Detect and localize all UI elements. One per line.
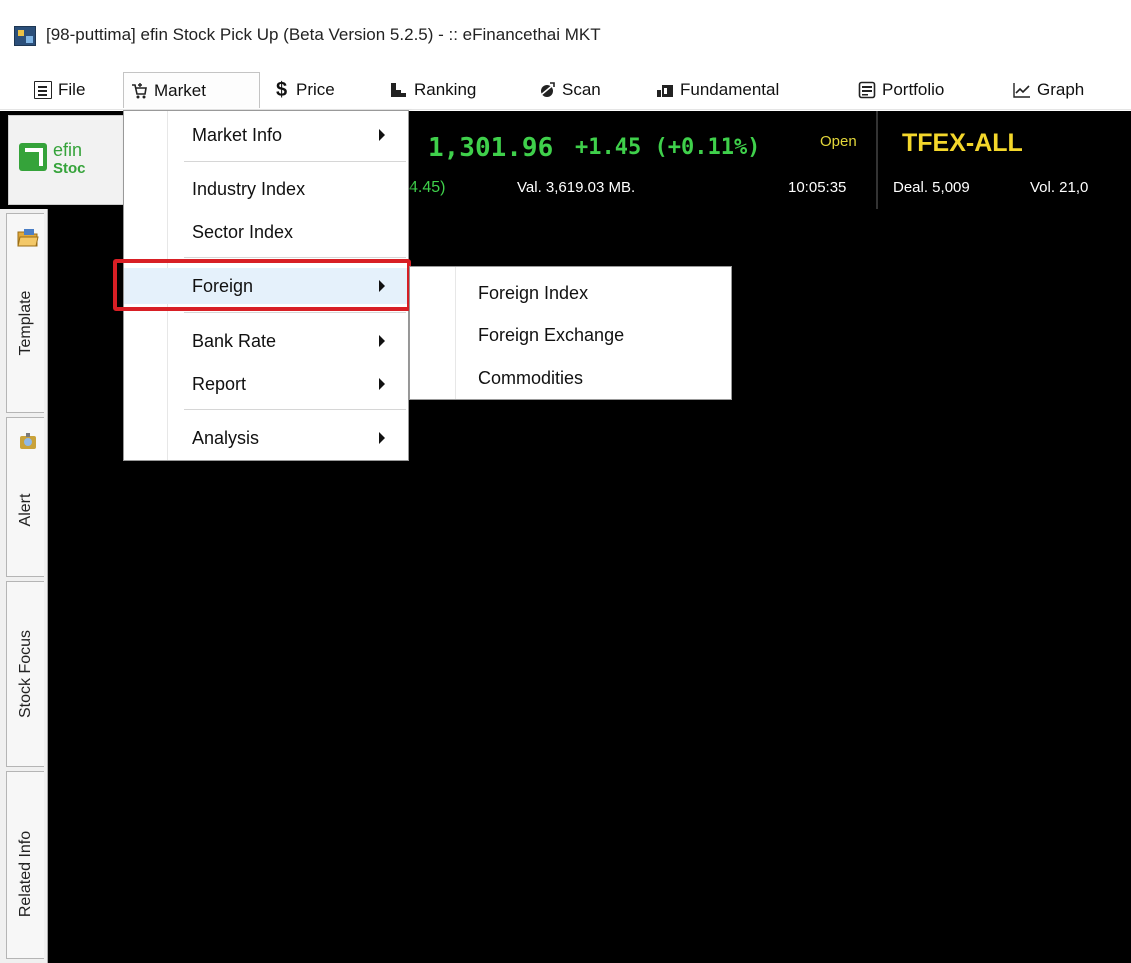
menu-file-label: File bbox=[58, 80, 86, 99]
market-time: 10:05:35 bbox=[788, 179, 847, 196]
menu-item-label: Report bbox=[192, 374, 247, 394]
file-icon bbox=[34, 81, 52, 99]
menu-item-label: Foreign Index bbox=[478, 283, 589, 303]
header-divider bbox=[876, 111, 878, 209]
menu-fundamental[interactable]: Fundamental bbox=[650, 72, 785, 108]
menu-price-label: Price bbox=[296, 80, 335, 99]
tab-related-info[interactable]: Related Info bbox=[6, 771, 44, 959]
menu-item-label: Analysis bbox=[192, 428, 260, 448]
submenu-arrow-icon bbox=[379, 432, 385, 444]
menu-ranking-label: Ranking bbox=[414, 80, 477, 99]
tfex-title: TFEX-ALL bbox=[902, 129, 1023, 157]
menu-file[interactable]: File bbox=[28, 72, 91, 108]
tab-template[interactable]: Template bbox=[6, 213, 44, 413]
menu-market-label: Market bbox=[154, 80, 206, 100]
menu-item-label: Commodities bbox=[478, 368, 584, 388]
menu-separator bbox=[184, 161, 406, 162]
logo-text-top: efin bbox=[53, 140, 83, 160]
menu-graph-label: Graph bbox=[1037, 80, 1085, 99]
menu-separator bbox=[184, 257, 406, 258]
scan-icon bbox=[538, 81, 556, 99]
menu-item-commodities[interactable]: Commodities bbox=[410, 360, 731, 396]
menu-ranking[interactable]: Ranking bbox=[384, 72, 482, 108]
menu-separator bbox=[184, 409, 406, 410]
folder-icon bbox=[17, 228, 39, 248]
app-icon bbox=[14, 26, 36, 46]
left-sidebar: Template Alert Stock Focus Related Info bbox=[0, 209, 48, 963]
menu-scan[interactable]: Scan bbox=[532, 72, 607, 108]
tab-related-info-label: Related Info bbox=[16, 831, 34, 918]
tab-template-label: Template bbox=[16, 290, 34, 356]
market-status: Open bbox=[820, 133, 857, 150]
menu-item-report[interactable]: Report bbox=[124, 366, 408, 402]
menu-price[interactable]: $ Price bbox=[270, 72, 341, 108]
dollar-icon: $ bbox=[276, 79, 288, 101]
submenu-arrow-icon bbox=[379, 378, 385, 390]
set-index-value: 1,301.96 bbox=[428, 133, 554, 163]
logo-arrow-icon bbox=[19, 143, 47, 171]
menu-item-foreign-exchange[interactable]: Foreign Exchange bbox=[410, 317, 731, 353]
submenu-arrow-icon bbox=[379, 129, 385, 141]
tfex-deal: Deal. 5,009 bbox=[893, 179, 970, 196]
menu-portfolio[interactable]: Portfolio bbox=[852, 72, 950, 108]
ranking-icon bbox=[390, 81, 408, 99]
set-index-change: +1.45 (+0.11%) bbox=[575, 135, 761, 160]
menu-scan-label: Scan bbox=[562, 80, 601, 99]
menu-bar: File Market $ Price Ranking Scan Fundame… bbox=[0, 70, 1131, 110]
alert-icon bbox=[17, 432, 39, 452]
menu-fundamental-label: Fundamental bbox=[680, 80, 780, 99]
tfex-vol: Vol. 21,0 bbox=[1030, 179, 1089, 196]
menu-item-label: Industry Index bbox=[192, 179, 306, 199]
menu-market[interactable]: Market bbox=[123, 72, 260, 108]
tab-alert-label: Alert bbox=[16, 493, 34, 527]
menu-graph[interactable]: Graph bbox=[1007, 72, 1090, 108]
menu-item-foreign-index[interactable]: Foreign Index bbox=[410, 275, 731, 311]
menu-item-market-info[interactable]: Market Info bbox=[124, 117, 408, 153]
menu-item-label: Bank Rate bbox=[192, 331, 277, 351]
menu-item-industry-index[interactable]: Industry Index bbox=[124, 171, 408, 207]
fundamental-icon bbox=[656, 81, 674, 99]
submenu-arrow-icon bbox=[379, 335, 385, 347]
graph-icon bbox=[1013, 81, 1031, 99]
set-sub-change: 4.45) bbox=[409, 179, 446, 196]
efin-logo: efin Stoc bbox=[8, 115, 128, 205]
menu-item-label: Foreign Exchange bbox=[478, 325, 625, 345]
tab-alert[interactable]: Alert bbox=[6, 417, 44, 577]
menu-separator bbox=[184, 312, 406, 313]
logo-text-bottom: Stoc bbox=[53, 160, 86, 177]
menu-item-sector-index[interactable]: Sector Index bbox=[124, 214, 408, 250]
menu-item-label: Sector Index bbox=[192, 222, 294, 242]
menu-item-analysis[interactable]: Analysis bbox=[124, 420, 408, 456]
value-traded: Val. 3,619.03 MB. bbox=[517, 179, 636, 196]
portfolio-icon bbox=[858, 81, 876, 99]
tab-stock-focus[interactable]: Stock Focus bbox=[6, 581, 44, 767]
title-bar: [98-puttima] efin Stock Pick Up (Beta Ve… bbox=[0, 0, 1131, 70]
menu-portfolio-label: Portfolio bbox=[882, 80, 945, 99]
tab-stock-focus-label: Stock Focus bbox=[16, 629, 34, 719]
market-icon bbox=[130, 82, 148, 100]
window-title: [98-puttima] efin Stock Pick Up (Beta Ve… bbox=[46, 25, 601, 44]
foreign-submenu: Foreign Index Foreign Exchange Commoditi… bbox=[409, 266, 732, 400]
menu-item-bank-rate[interactable]: Bank Rate bbox=[124, 323, 408, 359]
menu-item-label: Market Info bbox=[192, 125, 283, 145]
highlight-annotation bbox=[113, 259, 411, 311]
